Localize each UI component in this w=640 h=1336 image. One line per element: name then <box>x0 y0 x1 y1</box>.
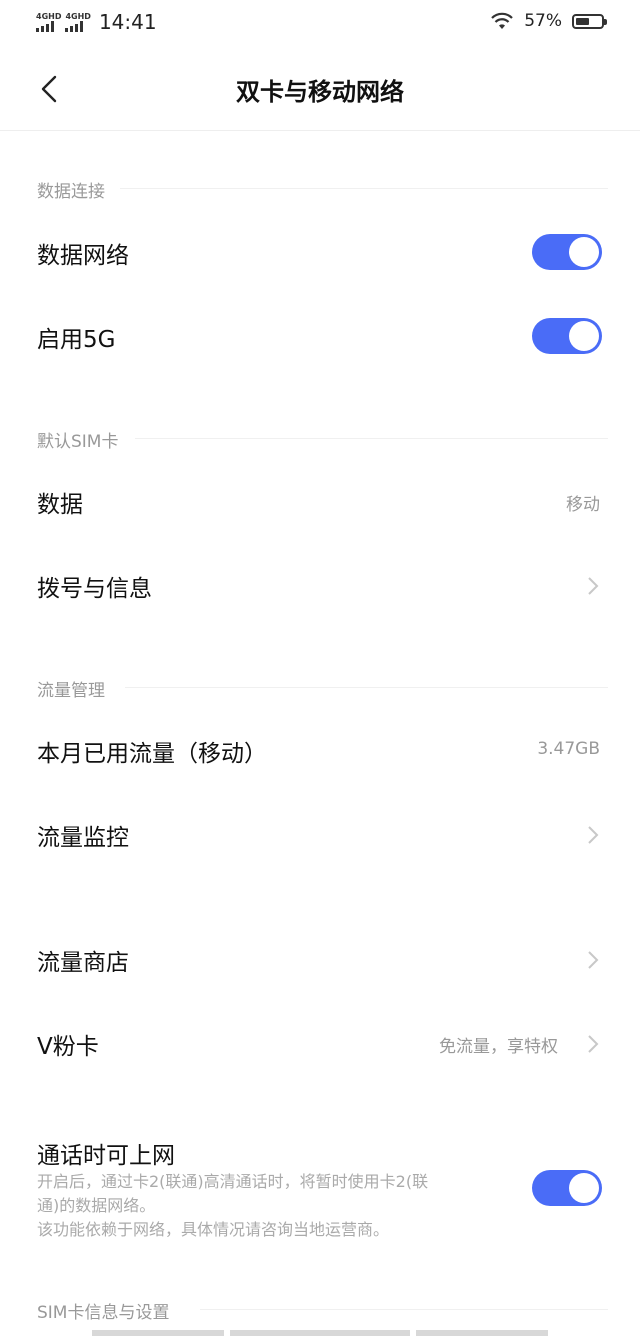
traffic-store-label[interactable]: 流量商店 <box>37 943 129 977</box>
section-title-traffic: 流量管理 <box>37 681 105 701</box>
nav-bar: 双卡与移动网络 <box>0 44 640 131</box>
monthly-usage-label[interactable]: 本月已用流量（移动） <box>37 734 267 768</box>
enable-5g-label: 启用5G <box>37 327 116 353</box>
section-divider <box>120 188 608 189</box>
signal-icon: 4GHD <box>36 12 61 32</box>
chevron-right-icon <box>588 951 599 969</box>
status-time: 14:41 <box>98 10 157 34</box>
call-internet-label: 通话时可上网 <box>37 1143 175 1169</box>
page-title: 双卡与移动网络 <box>236 78 404 106</box>
call-internet-desc-line2: 通)的数据网络。 <box>37 1196 156 1215</box>
monthly-usage-value: 3.47GB <box>537 739 600 759</box>
battery-percent: 57% <box>524 11 562 31</box>
enable-5g-toggle[interactable] <box>532 318 602 354</box>
data-network-label: 数据网络 <box>37 243 129 269</box>
section-divider <box>125 687 608 688</box>
signal-icon: 4GHD <box>65 12 91 32</box>
battery-icon <box>572 13 607 29</box>
data-network-toggle[interactable] <box>532 234 602 270</box>
section-divider <box>135 438 608 439</box>
default-data-label[interactable]: 数据 <box>37 485 83 519</box>
call-internet-desc-line1: 开启后，通过卡2(联通)高清通话时，将暂时使用卡2(联 <box>37 1172 429 1191</box>
chevron-right-icon <box>588 577 599 595</box>
status-bar: 4GHD 4GHD 14:41 57% <box>0 0 640 44</box>
call-internet-description: 开启后，通过卡2(联通)高清通话时，将暂时使用卡2(联 通)的数据网络。 该功能… <box>37 1170 517 1242</box>
default-data-value: 移动 <box>566 495 600 515</box>
section-title-default-sim: 默认SIM卡 <box>37 432 119 452</box>
status-bar-right: 57% <box>490 11 607 31</box>
call-internet-desc-line3: 该功能依赖于网络，具体情况请咨询当地运营商。 <box>37 1220 390 1239</box>
signal1-label: 4GHD <box>36 12 62 21</box>
traffic-monitor-label[interactable]: 流量监控 <box>37 818 129 852</box>
v-fan-card-value: 免流量，享特权 <box>439 1037 558 1057</box>
section-title-sim-info: SIM卡信息与设置 <box>37 1303 170 1323</box>
chevron-right-icon <box>588 826 599 844</box>
wifi-icon <box>491 12 513 29</box>
section-title-data-connection: 数据连接 <box>37 182 105 202</box>
chevron-right-icon <box>588 1035 599 1053</box>
status-bar-left: 4GHD 4GHD 14:41 <box>36 10 157 34</box>
call-internet-toggle[interactable] <box>532 1170 602 1206</box>
signal2-label: 4GHD <box>65 12 91 21</box>
bottom-partial-content <box>92 1330 548 1336</box>
section-divider <box>200 1309 608 1310</box>
dial-sms-label[interactable]: 拨号与信息 <box>37 569 152 603</box>
v-fan-card-label[interactable]: V粉卡 <box>37 1027 99 1061</box>
